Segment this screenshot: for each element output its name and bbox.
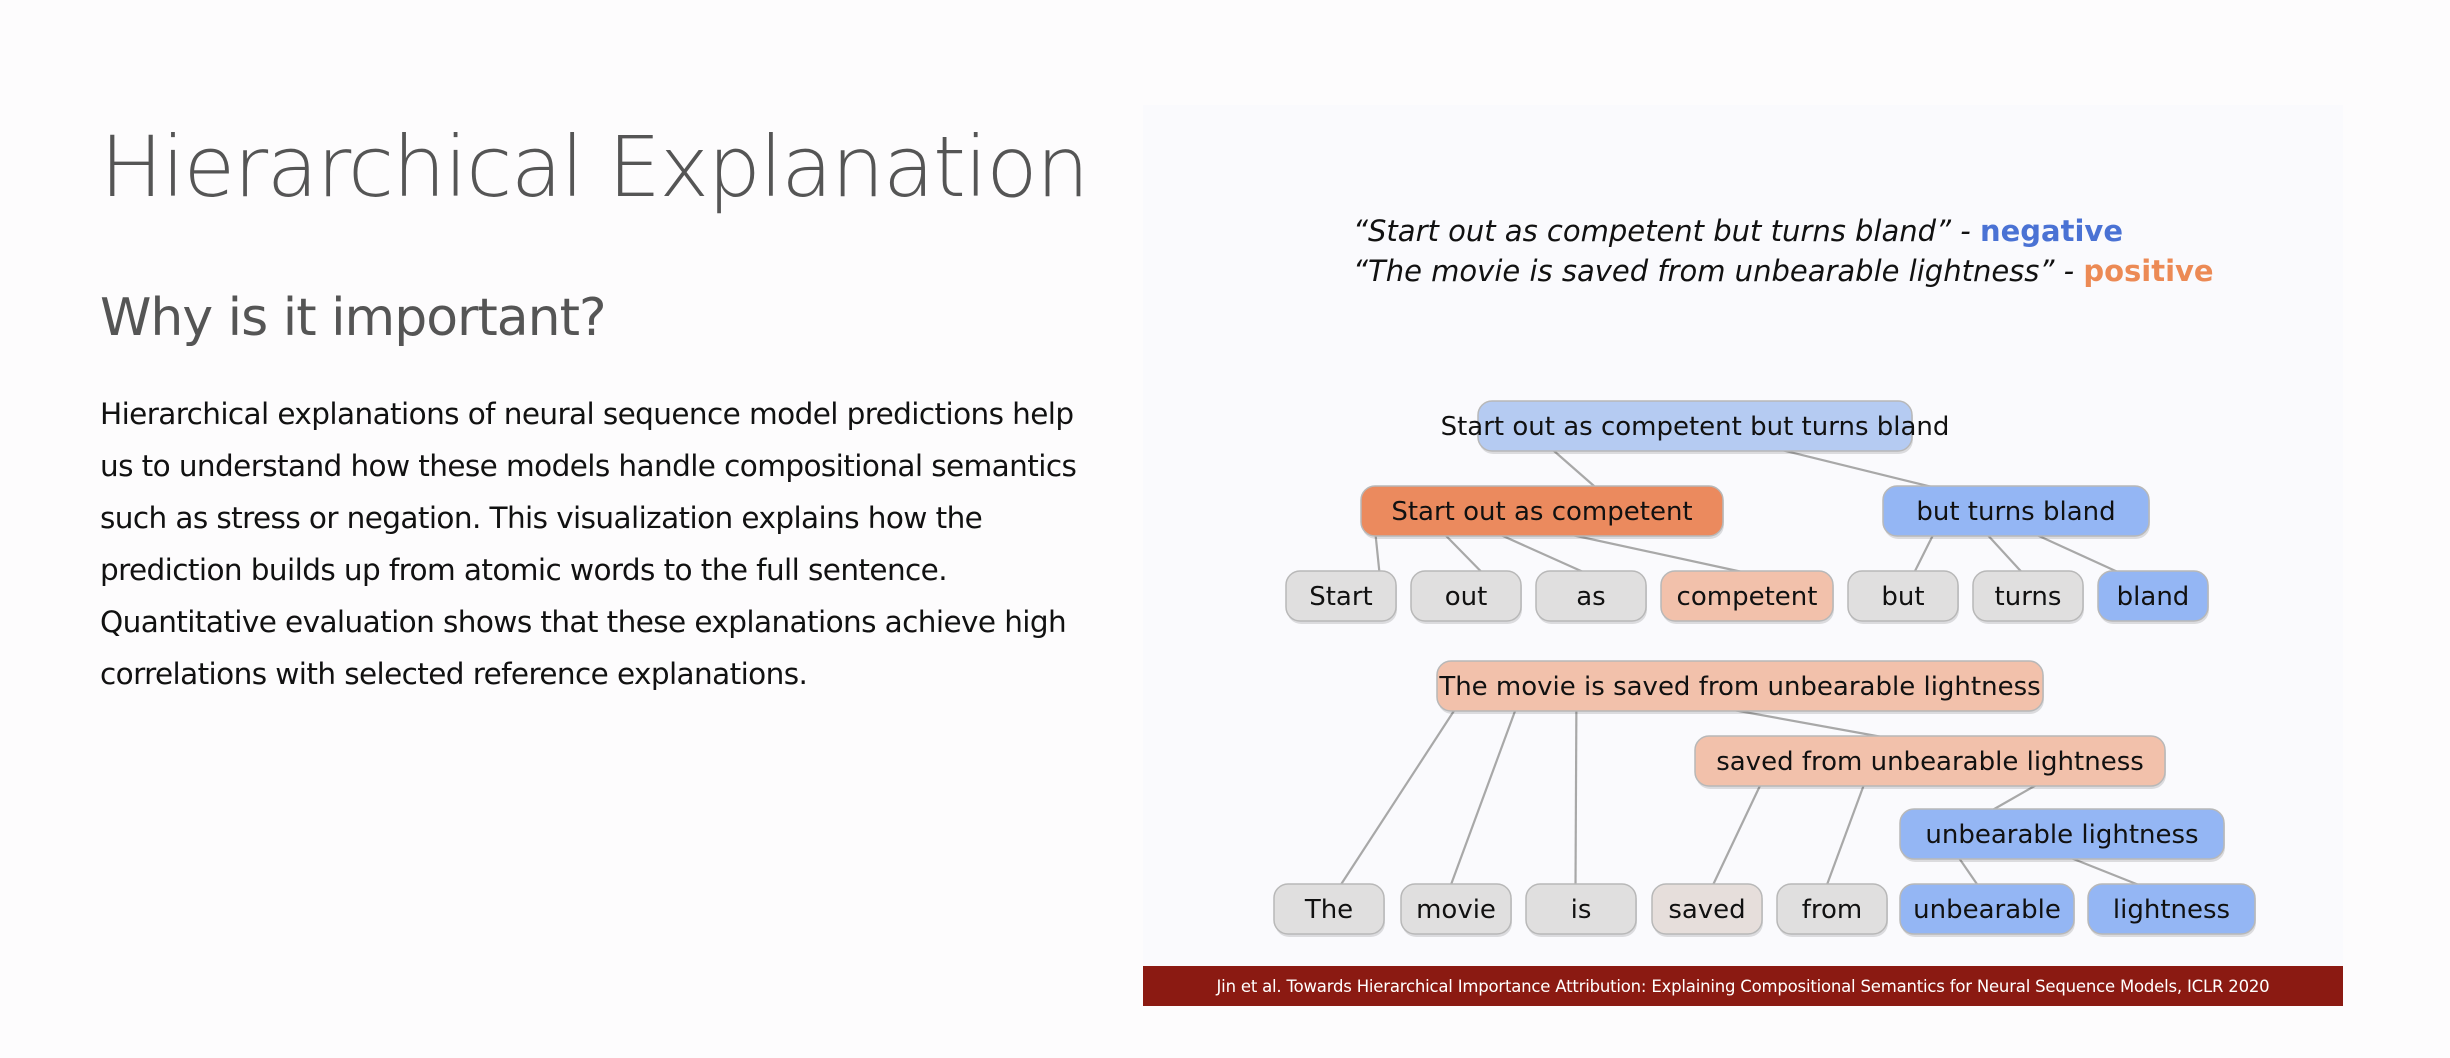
node-label: saved from unbearable lightness <box>1716 747 2144 777</box>
quote-text-negative: “Start out as competent but turns bland”… <box>1353 214 1971 248</box>
tree-edge <box>1443 533 1484 574</box>
tree-edge <box>1574 708 1578 887</box>
node-label: bland <box>2117 582 2190 612</box>
node-label: but <box>1881 582 1924 612</box>
phrase-node: Start out as competent <box>1360 485 1724 539</box>
citation-text: Jin et al. Towards Hierarchical Importan… <box>1216 976 2270 996</box>
node-label: unbearable <box>1913 895 2061 925</box>
example-quotes: “Start out as competent but turns bland”… <box>1353 214 2214 288</box>
page-title: Hierarchical Explanation <box>100 118 1089 216</box>
tree-edge <box>1498 532 1586 575</box>
phrase-node: saved from unbearable lightness <box>1694 735 2166 789</box>
word-node: The <box>1273 883 1385 937</box>
word-node: Start <box>1285 570 1397 624</box>
word-node: movie <box>1400 883 1512 937</box>
phrase-node: The movie is saved from unbearable light… <box>1436 660 2044 714</box>
node-label: as <box>1576 582 1605 612</box>
tree-edge <box>1551 448 1598 489</box>
tree-edge <box>2034 532 2121 575</box>
node-label: The movie is saved from unbearable light… <box>1438 672 2040 702</box>
tree-edge <box>1567 532 1748 575</box>
tree-edge <box>1711 783 1762 887</box>
word-node: turns <box>1972 570 2084 624</box>
phrase-node: Start out as competent but turns bland <box>1441 400 1950 454</box>
word-node: saved <box>1651 883 1763 937</box>
tree-nodes: Start out as competent but turns bland St… <box>1273 400 2256 937</box>
hierarchical-explanation-figure: Start out as competent but turns bland St… <box>1143 105 2343 1005</box>
body-paragraph: Hierarchical explanations of neural sequ… <box>100 397 1077 691</box>
tree-edge <box>1449 708 1517 887</box>
node-label: lightness <box>2113 895 2230 925</box>
word-node: competent <box>1660 570 1834 624</box>
quote-line-negative: “Start out as competent but turns bland”… <box>1353 214 2123 248</box>
node-label: Start <box>1309 582 1373 612</box>
node-label: Start out as competent but turns bland <box>1441 412 1950 442</box>
sentiment-label-positive: positive <box>2083 254 2213 288</box>
node-label: from <box>1802 895 1863 925</box>
node-label: The <box>1304 895 1353 925</box>
node-label: Start out as competent <box>1391 497 1692 527</box>
phrase-node: but turns bland <box>1882 485 2150 539</box>
word-node: as <box>1535 570 1647 624</box>
tree-edge <box>1913 533 1935 574</box>
node-label: turns <box>1995 582 2062 612</box>
word-node: is <box>1525 883 1637 937</box>
tree-edge <box>1777 447 1937 490</box>
quote-line-positive: “The movie is saved from unbearable ligh… <box>1353 254 2214 288</box>
node-label: movie <box>1416 895 1496 925</box>
figure-canvas: Start out as competent but turns bland St… <box>1273 214 2256 937</box>
tree-edge <box>1985 533 2024 574</box>
word-node: from <box>1776 883 1888 937</box>
quote-text-positive: “The movie is saved from unbearable ligh… <box>1353 254 2074 288</box>
word-node: lightness <box>2087 883 2256 937</box>
node-label: saved <box>1668 895 1745 925</box>
tree-edge <box>1825 783 1866 887</box>
word-node: unbearable <box>1899 883 2075 937</box>
phrase-node: unbearable lightness <box>1899 808 2225 862</box>
word-node: bland <box>2097 570 2209 624</box>
citation-bar: Jin et al. Towards Hierarchical Importan… <box>1143 966 2343 1006</box>
sentiment-label-negative: negative <box>1980 214 2123 248</box>
node-label: competent <box>1677 582 1818 612</box>
node-label: but turns bland <box>1916 497 2115 527</box>
section-heading: Why is it important? <box>100 288 607 348</box>
tree-edge <box>1374 533 1381 574</box>
node-label: is <box>1571 895 1592 925</box>
node-label: unbearable lightness <box>1925 820 2198 850</box>
tree-edge <box>1339 708 1457 887</box>
node-label: out <box>1445 582 1488 612</box>
word-node: but <box>1847 570 1959 624</box>
word-node: out <box>1410 570 1522 624</box>
